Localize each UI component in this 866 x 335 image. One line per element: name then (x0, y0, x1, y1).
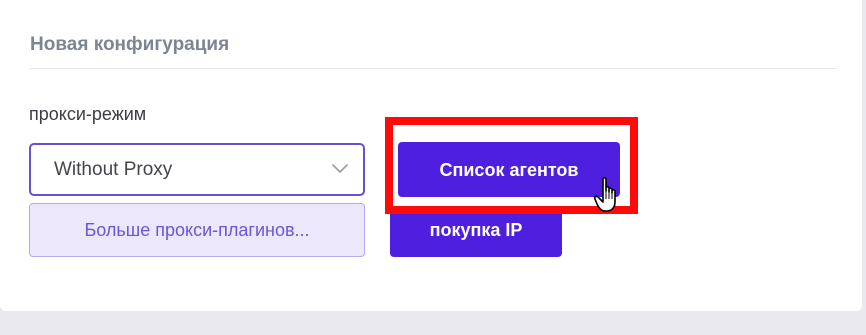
config-card: Новая конфигурация прокси-режим Without … (0, 0, 862, 311)
proxy-mode-value: Without Proxy (54, 159, 173, 180)
proxy-mode-select[interactable]: Without Proxy (29, 143, 365, 196)
chevron-down-icon (332, 164, 348, 173)
proxy-mode-label: прокси-режим (29, 104, 147, 124)
section-title: Новая конфигурация (30, 34, 230, 55)
more-proxy-plugins-button[interactable]: Больше прокси-плагинов... (29, 203, 365, 257)
hand-pointer-icon (594, 177, 616, 212)
agents-list-button[interactable]: Список агентов (398, 142, 620, 197)
section-divider (30, 68, 836, 69)
